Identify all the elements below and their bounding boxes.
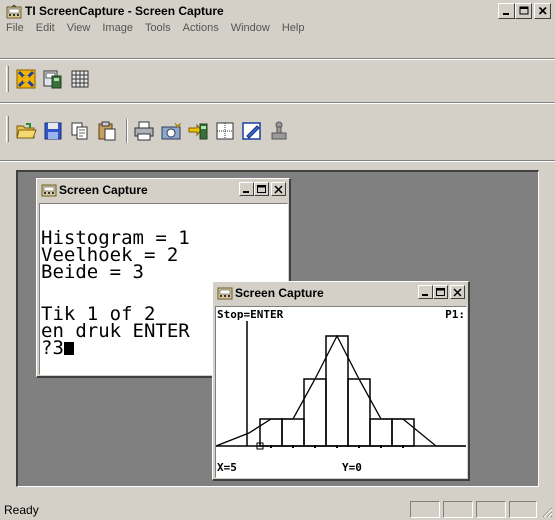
minimize-button[interactable] <box>498 3 515 19</box>
minimize-icon <box>502 13 509 15</box>
status-text: Ready <box>4 503 39 517</box>
camera-icon <box>161 122 182 140</box>
save-icon <box>44 122 62 140</box>
minimize-icon <box>242 191 249 193</box>
handheld-icon <box>43 70 62 89</box>
capture-window-graph[interactable]: Screen Capture Stop=ENTER P1: X=5 Y=0 <box>212 281 470 481</box>
histogram-bar <box>281 418 305 447</box>
app-window: TI ScreenCapture - Screen Capture File E… <box>0 0 555 520</box>
child-title: Screen Capture <box>59 183 148 197</box>
child-title: Screen Capture <box>235 286 324 300</box>
status-bar: Ready <box>0 499 555 520</box>
child-caption-buttons <box>239 182 286 196</box>
toolbar-bottom-separator <box>0 160 555 162</box>
copy-icon <box>71 122 88 140</box>
close-icon <box>538 6 547 15</box>
toolbar-main <box>4 112 294 150</box>
stamp-icon <box>271 121 287 140</box>
title-bar: TI ScreenCapture - Screen Capture File E… <box>0 0 555 36</box>
menu-view[interactable]: View <box>61 20 97 38</box>
connect-button[interactable] <box>14 67 38 91</box>
status-panel <box>509 501 537 518</box>
grid-icon <box>71 70 89 88</box>
menu-actions[interactable]: Actions <box>177 20 225 38</box>
graph-top-right: P1: <box>445 308 465 321</box>
toolbar-divider <box>126 119 128 143</box>
mdi-client-area: Screen Capture Histogram = 1 Veelhoek = … <box>16 170 539 487</box>
stamp-button[interactable] <box>267 119 291 143</box>
calculator-connect-icon <box>16 69 36 89</box>
menu-file[interactable]: File <box>4 20 30 38</box>
handheld-button[interactable] <box>41 67 65 91</box>
child-caption-buttons <box>418 285 465 299</box>
histogram-graph <box>216 321 466 450</box>
child-close-button[interactable] <box>271 182 286 196</box>
open-folder-icon <box>16 123 37 139</box>
resize-grip-icon[interactable] <box>541 506 553 518</box>
status-panel <box>410 501 440 518</box>
graph-x-readout: X=5 <box>217 461 237 474</box>
capture-icon <box>217 287 233 300</box>
paste-button[interactable] <box>95 119 119 143</box>
paste-icon <box>98 121 116 141</box>
border-button[interactable] <box>213 119 237 143</box>
calculator-screen-graph: Stop=ENTER P1: X=5 Y=0 <box>215 306 467 478</box>
close-icon <box>274 184 283 194</box>
menu-image[interactable]: Image <box>96 20 139 38</box>
open-button[interactable] <box>14 119 38 143</box>
menu-edit[interactable]: Edit <box>30 20 61 38</box>
child-maximize-button[interactable] <box>254 182 269 196</box>
toolbar-grip <box>6 116 9 142</box>
maximize-button[interactable] <box>515 3 532 19</box>
minimize-icon <box>421 294 428 296</box>
send-to-calc-button[interactable] <box>186 119 210 143</box>
toolbar-separator <box>0 102 555 104</box>
capture-icon <box>41 184 57 197</box>
menu-tools[interactable]: Tools <box>139 20 177 38</box>
maximize-icon <box>436 287 445 296</box>
save-button[interactable] <box>41 119 65 143</box>
status-panel <box>476 501 506 518</box>
toolbar-grip <box>6 66 9 92</box>
edit-icon <box>242 122 261 140</box>
border-icon <box>216 122 234 140</box>
status-panel <box>443 501 473 518</box>
menu-window[interactable]: Window <box>225 20 276 38</box>
child-close-button[interactable] <box>450 285 465 299</box>
calc-line: Beide = 3 <box>41 261 144 283</box>
caption-buttons <box>498 3 551 19</box>
histogram-bar <box>391 418 415 447</box>
grid-button[interactable] <box>68 67 92 91</box>
histogram-bar <box>303 378 327 447</box>
histogram-bar <box>369 418 393 447</box>
histogram-bar <box>347 378 371 447</box>
calc-send-icon <box>188 123 208 140</box>
maximize-icon <box>519 6 528 15</box>
frequency-polygon <box>216 334 466 447</box>
menu-bar: File Edit View Image Tools Actions Windo… <box>4 20 310 38</box>
cursor-block <box>63 342 74 355</box>
child-minimize-button[interactable] <box>239 182 254 196</box>
graph-top-left: Stop=ENTER <box>217 308 284 321</box>
print-icon <box>134 121 154 141</box>
histogram-bar <box>325 335 349 447</box>
close-button[interactable] <box>534 3 551 19</box>
histogram-bar <box>259 418 283 447</box>
child-maximize-button[interactable] <box>433 285 448 299</box>
edit-button[interactable] <box>240 119 264 143</box>
print-button[interactable] <box>132 119 156 143</box>
app-icon <box>6 5 22 19</box>
window-title: TI ScreenCapture - Screen Capture <box>25 4 224 18</box>
capture-button[interactable] <box>159 119 183 143</box>
calc-prompt: ?3 <box>41 337 64 359</box>
menu-help[interactable]: Help <box>276 20 311 38</box>
calc-prompt-line: ?3 <box>41 337 74 359</box>
graph-y-readout: Y=0 <box>342 461 362 474</box>
close-icon <box>453 287 462 297</box>
menu-separator <box>0 58 555 60</box>
child-minimize-button[interactable] <box>418 285 433 299</box>
copy-button[interactable] <box>68 119 92 143</box>
maximize-icon <box>257 184 266 193</box>
toolbar-calculator <box>4 62 95 96</box>
